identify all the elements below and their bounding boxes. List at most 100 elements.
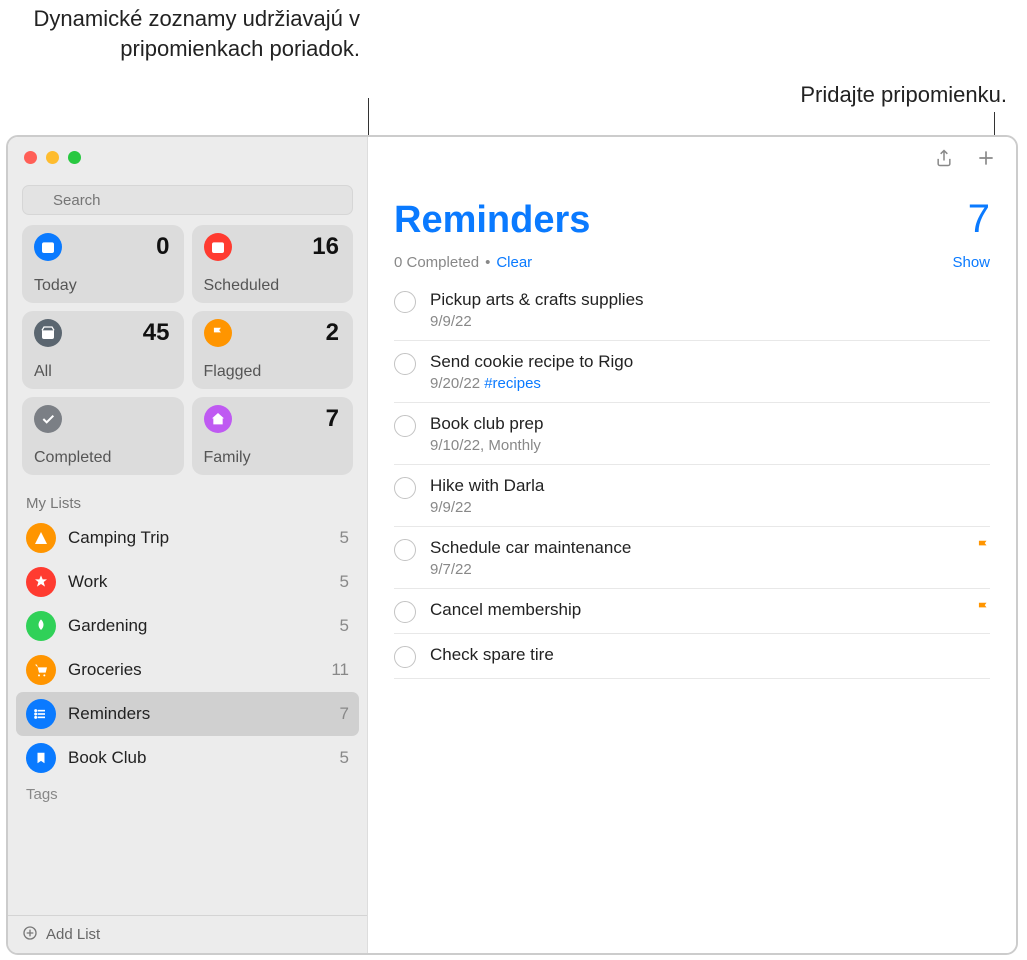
smart-flagged-count: 2 [326, 319, 339, 347]
list-count: 5 [340, 748, 349, 768]
calendar-icon [204, 233, 232, 261]
list-icon [26, 523, 56, 553]
clear-completed-link[interactable]: Clear [496, 254, 532, 271]
list-name: Camping Trip [68, 528, 340, 548]
complete-checkbox[interactable] [394, 646, 416, 668]
reminders-list: Pickup arts & crafts supplies 9/9/22 Send … [368, 279, 1016, 679]
smart-completed[interactable]: Completed [22, 397, 184, 475]
reminders-window: 0 Today 16 Scheduled 45 All [6, 135, 1018, 955]
list-name: Gardening [68, 616, 340, 636]
calendar-today-icon [34, 233, 62, 261]
reminder-title: Schedule car maintenance [430, 537, 962, 559]
sidebar-list-reminders[interactable]: Reminders7 [16, 692, 359, 736]
tray-icon [34, 319, 62, 347]
my-lists-header: My Lists [8, 485, 367, 516]
sidebar-list-work[interactable]: Work5 [16, 560, 359, 604]
list-count: 11 [331, 660, 349, 680]
smart-flagged-label: Flagged [204, 363, 262, 381]
sidebar-list-groceries[interactable]: Groceries11 [16, 648, 359, 692]
list-name: Groceries [68, 660, 331, 680]
reminder-row[interactable]: Book club prep9/10/22, Monthly [394, 403, 990, 465]
smart-lists-grid: 0 Today 16 Scheduled 45 All [8, 225, 367, 485]
sidebar-list-gardening[interactable]: Gardening5 [16, 604, 359, 648]
list-icon [26, 699, 56, 729]
add-reminder-button[interactable] [976, 148, 996, 174]
smart-scheduled-count: 16 [312, 233, 339, 261]
checkmark-icon [34, 405, 62, 433]
smart-scheduled-label: Scheduled [204, 277, 280, 295]
house-icon [204, 405, 232, 433]
reminder-row[interactable]: Check spare tire [394, 634, 990, 679]
reminder-title: Cancel membership [430, 599, 962, 621]
smart-all-label: All [34, 363, 52, 381]
tags-header: Tags [8, 780, 367, 803]
complete-checkbox[interactable] [394, 539, 416, 561]
list-count: 7 [968, 197, 990, 242]
reminder-row[interactable]: Cancel membership [394, 589, 990, 634]
toolbar [368, 137, 1016, 185]
list-icon [26, 655, 56, 685]
sidebar: 0 Today 16 Scheduled 45 All [8, 137, 368, 953]
add-list-label: Add List [46, 926, 100, 943]
complete-checkbox[interactable] [394, 477, 416, 499]
list-count: 7 [340, 704, 349, 724]
window-controls [8, 137, 367, 177]
reminder-subtitle: 9/10/22, Monthly [430, 437, 990, 454]
smart-family[interactable]: 7 Family [192, 397, 354, 475]
reminder-row[interactable]: Hike with Darla 9/9/22 [394, 465, 990, 527]
smart-today-label: Today [34, 277, 77, 295]
separator: • [485, 254, 490, 271]
complete-checkbox[interactable] [394, 415, 416, 437]
list-icon [26, 567, 56, 597]
smart-all[interactable]: 45 All [22, 311, 184, 389]
reminder-subtitle: 9/9/22 [430, 499, 990, 516]
reminder-subtitle: 9/7/22 [430, 561, 962, 578]
complete-checkbox[interactable] [394, 601, 416, 623]
list-icon [26, 743, 56, 773]
smart-family-count: 7 [326, 405, 339, 433]
flag-icon [204, 319, 232, 347]
show-completed-link[interactable]: Show [952, 254, 990, 271]
reminder-title: Send cookie recipe to Rigo [430, 351, 990, 373]
smart-flagged[interactable]: 2 Flagged [192, 311, 354, 389]
sidebar-list-camping-trip[interactable]: Camping Trip5 [16, 516, 359, 560]
plus-circle-icon [22, 925, 38, 945]
add-list-button[interactable]: Add List [8, 915, 367, 953]
list-count: 5 [340, 616, 349, 636]
list-title: Reminders [394, 199, 590, 242]
callout-smart-lists: Dynamické zoznamy udržiavajú v pripomien… [20, 4, 360, 63]
minimize-window-button[interactable] [46, 151, 59, 164]
sidebar-list-book-club[interactable]: Book Club5 [16, 736, 359, 780]
flag-icon [976, 539, 990, 558]
reminder-title: Pickup arts & crafts supplies [430, 289, 990, 311]
list-count: 5 [340, 572, 349, 592]
reminder-tag[interactable]: #recipes [484, 375, 541, 392]
smart-completed-label: Completed [34, 449, 111, 467]
flag-icon [976, 601, 990, 620]
reminder-row[interactable]: Send cookie recipe to Rigo9/20/22 #recip… [394, 341, 990, 403]
my-lists: Camping Trip5Work5Gardening5Groceries11R… [8, 516, 367, 780]
smart-today-count: 0 [156, 233, 169, 261]
reminder-row[interactable]: Schedule car maintenance 9/7/22 [394, 527, 990, 589]
reminder-subtitle: 9/9/22 [430, 313, 990, 330]
close-window-button[interactable] [24, 151, 37, 164]
reminder-row[interactable]: Pickup arts & crafts supplies 9/9/22 [394, 279, 990, 341]
main-content: Reminders 7 0 Completed • Clear Show Pic… [368, 137, 1016, 953]
search-input[interactable] [22, 185, 353, 215]
complete-checkbox[interactable] [394, 291, 416, 313]
list-count: 5 [340, 528, 349, 548]
zoom-window-button[interactable] [68, 151, 81, 164]
list-name: Book Club [68, 748, 340, 768]
callout-add-reminder: Pridajte pripomienku. [707, 80, 1007, 110]
reminder-title: Check spare tire [430, 644, 990, 666]
completed-count: 0 Completed [394, 254, 479, 271]
list-name: Work [68, 572, 340, 592]
share-button[interactable] [934, 147, 954, 175]
list-name: Reminders [68, 704, 340, 724]
smart-today[interactable]: 0 Today [22, 225, 184, 303]
complete-checkbox[interactable] [394, 353, 416, 375]
smart-all-count: 45 [143, 319, 170, 347]
reminder-title: Hike with Darla [430, 475, 990, 497]
smart-scheduled[interactable]: 16 Scheduled [192, 225, 354, 303]
smart-family-label: Family [204, 449, 251, 467]
